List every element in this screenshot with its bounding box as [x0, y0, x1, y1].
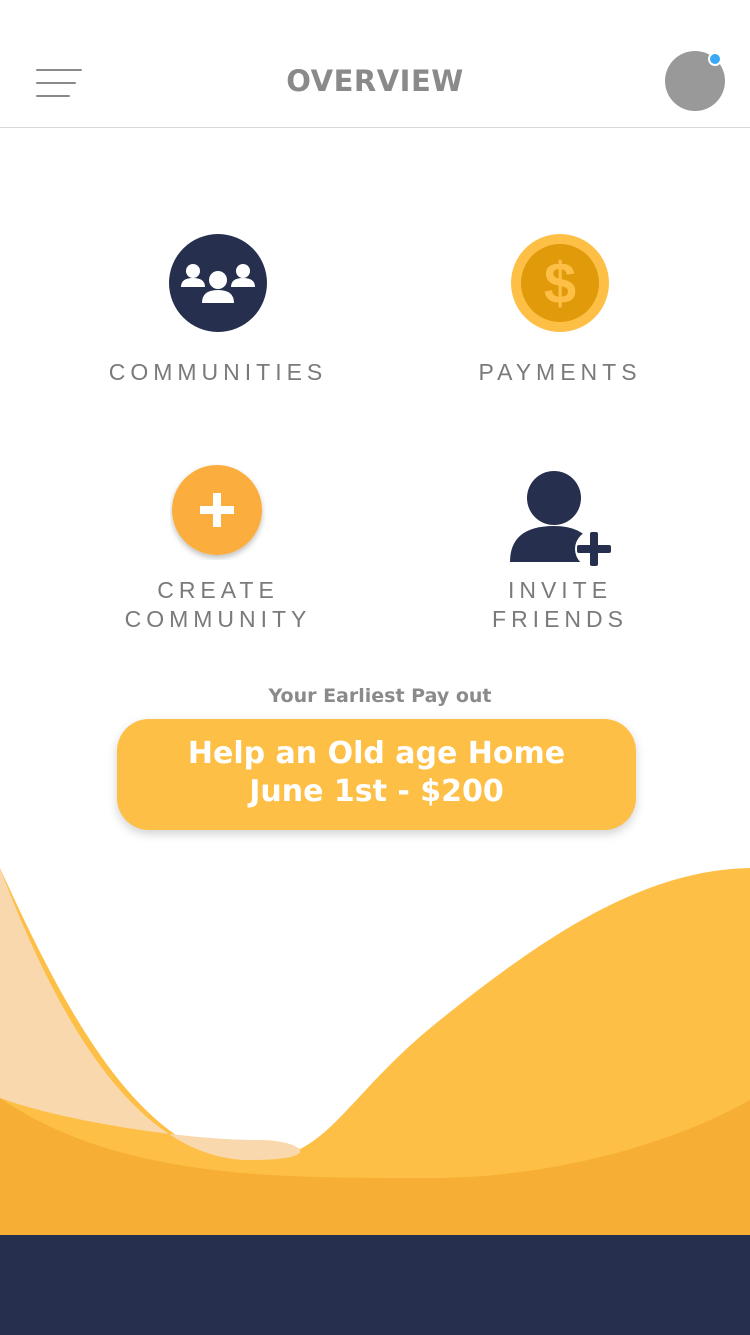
- tile-label: COMMUNITY: [124, 606, 312, 632]
- payout-card[interactable]: Help an Old age Home June 1st - $200: [117, 719, 636, 830]
- payments-tile[interactable]: $ PAYMENTS: [410, 233, 710, 393]
- dollar-coin-icon: $: [510, 233, 610, 333]
- page-title: OVERVIEW: [286, 64, 464, 98]
- plus-circle-icon: [170, 464, 266, 560]
- tile-label: COMMUNITIES: [108, 359, 328, 385]
- svg-text:$: $: [544, 251, 576, 316]
- payout-title: Help an Old age Home: [187, 736, 566, 771]
- people-group-icon: [168, 233, 268, 333]
- payout-date-amount: June 1st - $200: [249, 774, 504, 809]
- tile-label: CREATE: [157, 577, 279, 603]
- tile-label: INVITE: [507, 577, 613, 603]
- tile-label: PAYMENTS: [478, 359, 642, 385]
- tile-label: FRIENDS: [492, 606, 628, 632]
- notification-dot: [708, 52, 722, 66]
- add-user-icon: [506, 470, 614, 570]
- decorative-wave: [0, 868, 750, 1236]
- invite-friends-tile[interactable]: INVITE FRIENDS: [410, 470, 710, 645]
- communities-tile[interactable]: COMMUNITIES: [68, 233, 368, 393]
- create-community-tile[interactable]: CREATE COMMUNITY: [68, 464, 368, 644]
- payout-caption: Your Earliest Pay out: [268, 685, 492, 707]
- app-header: OVERVIEW: [0, 0, 750, 128]
- footer-bar: [0, 1235, 750, 1335]
